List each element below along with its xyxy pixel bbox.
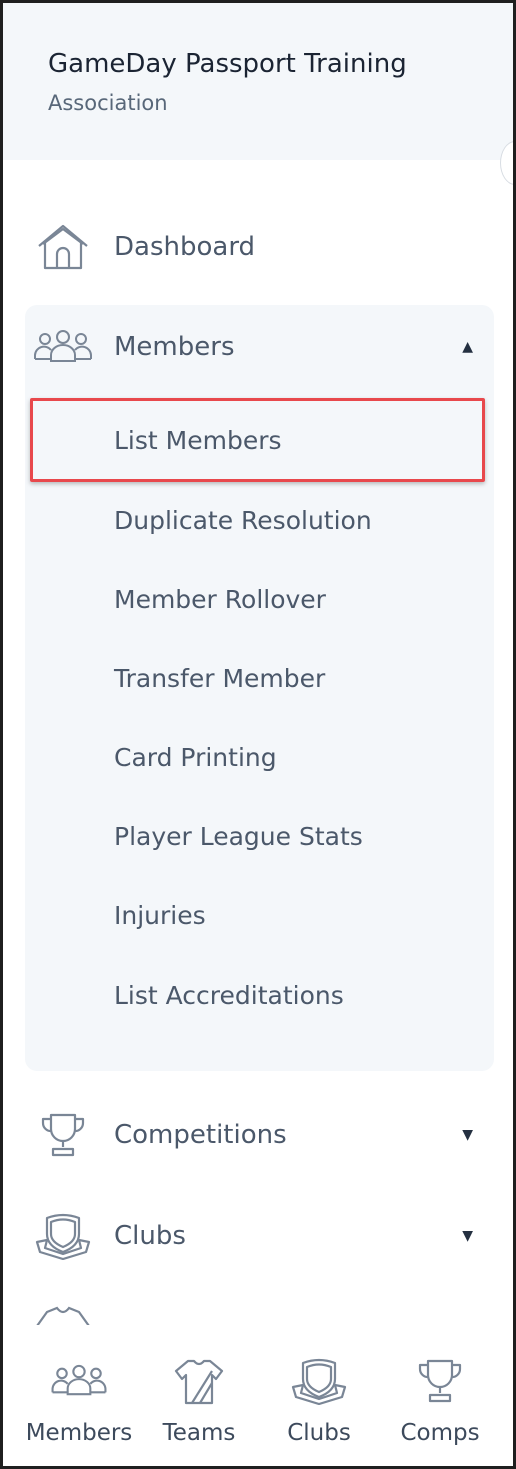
subnav-transfer-member[interactable]: Transfer Member <box>114 656 325 702</box>
subnav-list-accreditations[interactable]: List Accreditations <box>114 973 344 1019</box>
nav-item-dashboard[interactable]: Dashboard <box>25 208 493 286</box>
bottom-tab-teams[interactable]: Teams <box>139 1325 259 1466</box>
bottom-tab-clubs[interactable]: Clubs <box>259 1325 379 1466</box>
bottom-tab-label: Clubs <box>287 1420 351 1446</box>
subnav-injuries[interactable]: Injuries <box>114 893 206 939</box>
nav-label-dashboard: Dashboard <box>114 232 256 262</box>
nav-item-members[interactable]: Members ▲ <box>25 308 493 386</box>
nav-label-clubs: Clubs <box>114 1221 186 1251</box>
caret-down-icon: ▼ <box>462 1127 473 1143</box>
subnav-card-printing[interactable]: Card Printing <box>114 735 277 781</box>
subnav-duplicate-resolution[interactable]: Duplicate Resolution <box>114 498 372 544</box>
jersey-icon <box>33 1306 93 1326</box>
bottom-tab-label: Comps <box>400 1420 480 1446</box>
bottom-tab-label: Members <box>25 1420 133 1446</box>
org-header: GameDay Passport Training Association <box>3 3 513 160</box>
shield-icon <box>33 1210 93 1262</box>
highlight-box <box>30 398 485 482</box>
trophy-icon <box>410 1353 470 1409</box>
nav-label-members: Members <box>114 332 235 362</box>
caret-down-icon: ▼ <box>462 1228 473 1244</box>
trophy-icon <box>33 1109 93 1161</box>
subnav-member-rollover[interactable]: Member Rollover <box>114 577 326 623</box>
bottom-tab-bar: Members Teams Clubs Comps <box>3 1325 513 1466</box>
nav-item-clubs[interactable]: Clubs ▼ <box>25 1197 493 1275</box>
org-name: GameDay Passport Training <box>48 49 407 79</box>
bottom-tab-label: Teams <box>162 1420 236 1446</box>
nav-item-competitions[interactable]: Competitions ▼ <box>25 1096 493 1174</box>
bottom-tab-members[interactable]: Members <box>19 1325 139 1466</box>
org-type: Association <box>48 91 168 115</box>
subnav-player-league-stats[interactable]: Player League Stats <box>114 814 363 860</box>
jersey-icon <box>169 1353 229 1409</box>
members-icon <box>49 1353 109 1409</box>
shield-icon <box>289 1353 349 1409</box>
nav-label-competitions: Competitions <box>114 1120 287 1150</box>
sidebar-frame: GameDay Passport Training Association Da… <box>0 0 516 1469</box>
members-icon <box>33 321 93 373</box>
home-icon <box>33 221 93 273</box>
bottom-tab-comps[interactable]: Comps <box>380 1325 500 1466</box>
caret-up-icon: ▲ <box>462 339 473 355</box>
